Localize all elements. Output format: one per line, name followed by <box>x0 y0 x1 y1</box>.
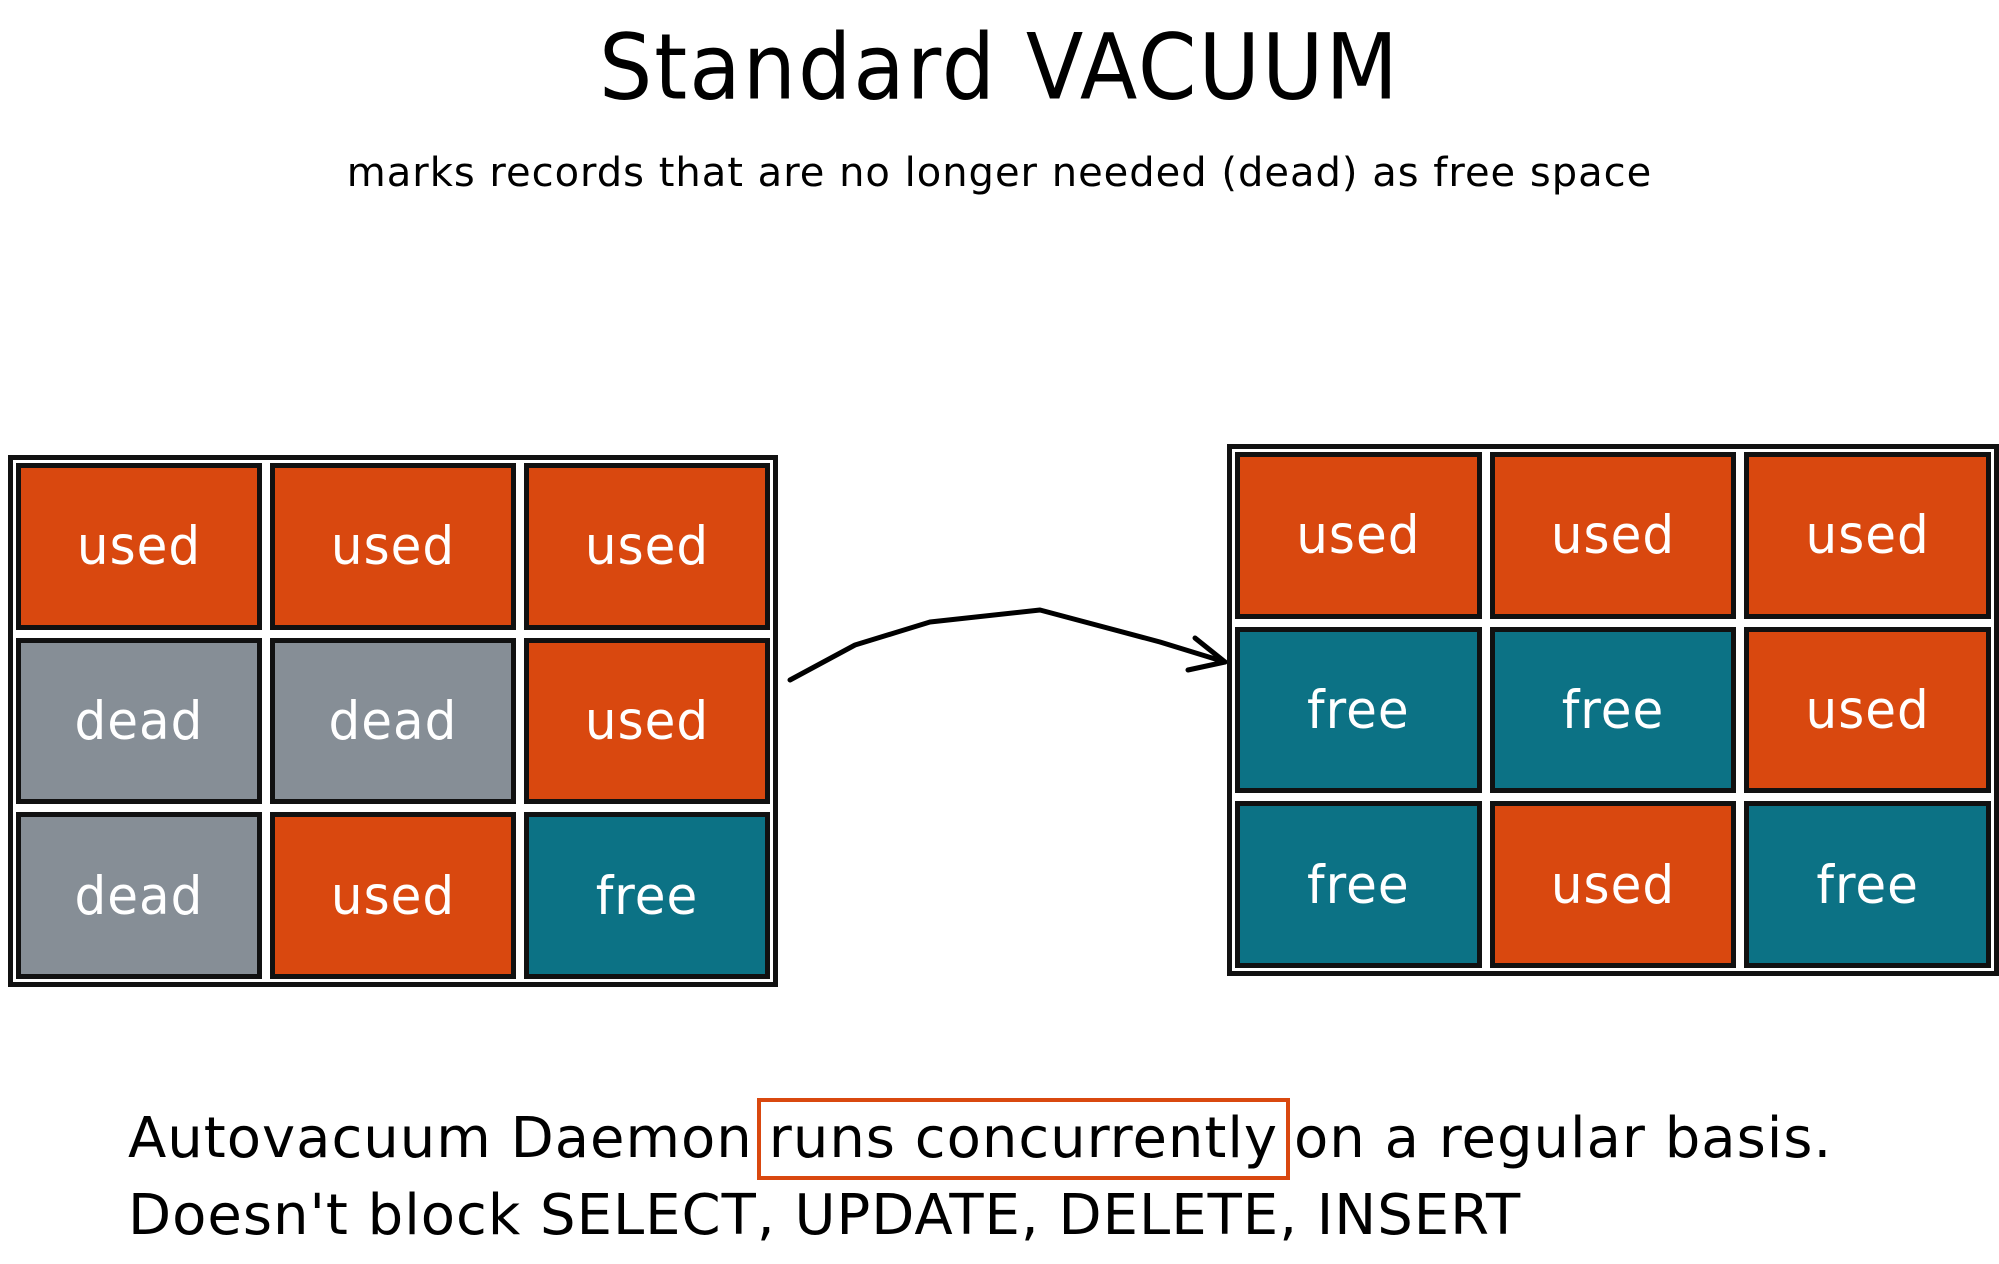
cell-label: dead <box>328 690 458 752</box>
arrow-right-icon <box>787 607 1228 683</box>
highlight-box: runs concurrently <box>756 1098 1291 1180</box>
cell-used: used <box>1744 626 1991 794</box>
cell-free: free <box>1489 626 1737 794</box>
cell-label: free <box>1307 854 1410 916</box>
cell-label: used <box>1805 504 1930 566</box>
cell-label: free <box>1307 679 1410 741</box>
before-vacuum-grid: used used used dead dead used dead used free <box>8 455 778 987</box>
footer-note: Autovacuum Daemon runs concurrently on a r… <box>128 1098 1832 1252</box>
cell-label: used <box>330 865 456 927</box>
footer-line-1: Autovacuum Daemon runs concurrently on a r… <box>128 1098 1832 1180</box>
cell-used: used <box>524 463 770 630</box>
cell-used: used <box>1489 452 1737 619</box>
cell-label: used <box>76 515 202 577</box>
diagram-title: Standard VACUUM <box>598 14 1400 120</box>
cell-used: used <box>270 812 516 979</box>
cell-label: free <box>1816 854 1919 916</box>
cell-label: free <box>1561 679 1665 741</box>
cell-label: used <box>1550 854 1676 916</box>
cell-free: free <box>1235 626 1482 794</box>
cell-used: used <box>1489 801 1737 968</box>
arrow-shaft <box>787 607 1228 683</box>
cell-dead: dead <box>16 812 262 979</box>
cell-used: used <box>270 463 516 630</box>
cell-label: used <box>584 515 710 577</box>
cell-free: free <box>524 812 770 979</box>
cell-used: used <box>16 463 262 630</box>
cell-label: used <box>1805 679 1930 741</box>
footer-line-1-suffix: on a regular basis. <box>1294 1106 1833 1171</box>
cell-label: dead <box>74 865 204 927</box>
cell-free: free <box>1235 801 1482 968</box>
cell-label: used <box>330 515 456 577</box>
footer-line-1-prefix: Autovacuum Daemon <box>128 1106 753 1171</box>
after-vacuum-grid: used used used free free used free used free <box>1227 444 1999 976</box>
cell-dead: dead <box>16 637 262 805</box>
diagram-subtitle: marks records that are no longer needed … <box>346 150 1653 196</box>
cell-used: used <box>524 637 770 805</box>
cell-label: used <box>1550 504 1676 566</box>
cell-used: used <box>1744 452 1991 619</box>
cell-used: used <box>1235 452 1482 619</box>
cell-label: used <box>1296 504 1421 566</box>
cell-label: free <box>595 865 699 927</box>
cell-label: used <box>584 690 710 752</box>
footer-line-2: Doesn't block SELECT, UPDATE, DELETE, IN… <box>128 1183 1522 1248</box>
cell-dead: dead <box>270 637 516 805</box>
cell-free: free <box>1744 801 1991 968</box>
cell-label: dead <box>74 690 204 752</box>
